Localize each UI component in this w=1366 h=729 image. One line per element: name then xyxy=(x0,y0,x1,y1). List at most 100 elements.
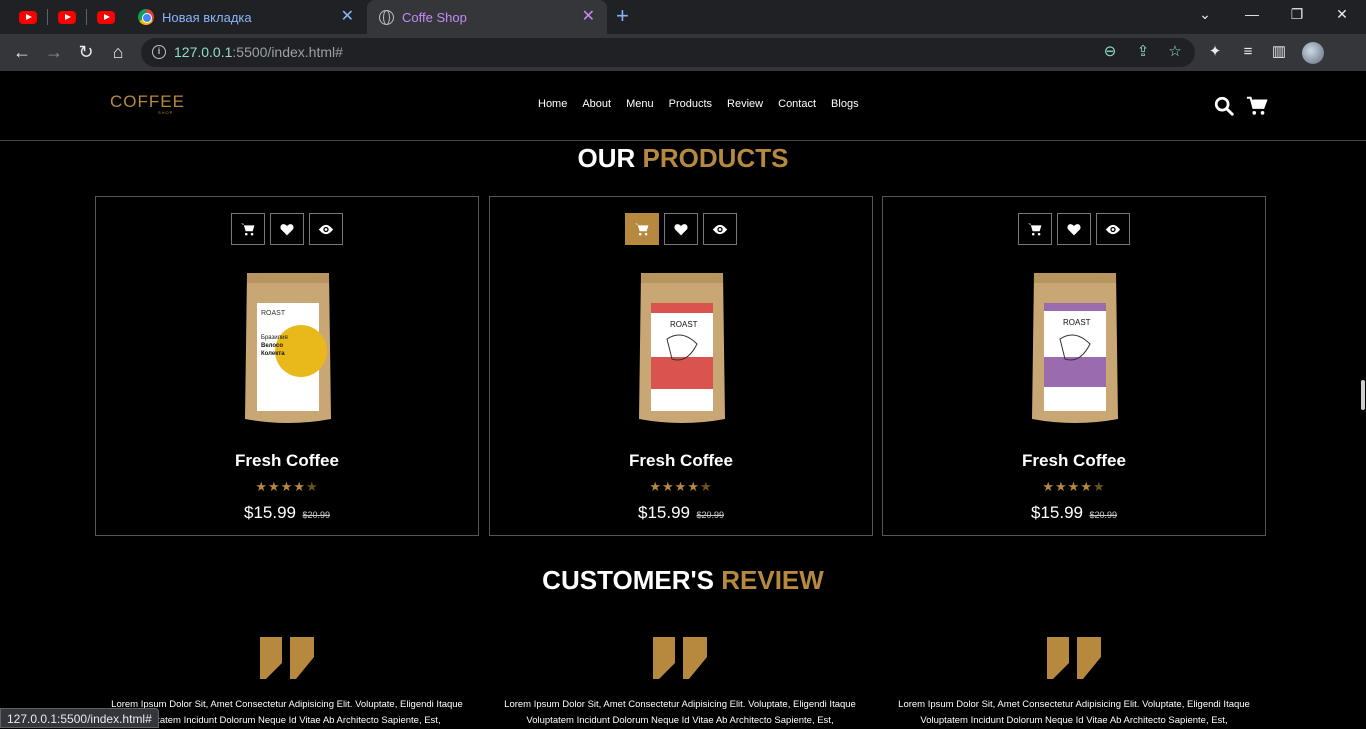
rating-stars: ★★★★★ xyxy=(1042,479,1106,494)
add-to-cart-button[interactable] xyxy=(1018,213,1052,245)
price: $15.99 xyxy=(1031,503,1083,522)
review-text: Lorem Ipsum Dolor Sit, Amet Consectetur … xyxy=(504,699,856,726)
address-bar[interactable]: i 127.0.0.1:5500/index.html# ⊖ ⇪ ☆ xyxy=(141,38,1195,67)
url-text[interactable]: 127.0.0.1:5500/index.html# xyxy=(174,44,343,60)
bag-label-band xyxy=(1044,303,1106,311)
heart-icon xyxy=(280,223,294,235)
bag-brand-label: ROAST xyxy=(1063,318,1091,327)
nav-blogs[interactable]: Blogs xyxy=(831,98,859,110)
media-controls-icon[interactable]: ≡ xyxy=(1238,42,1258,62)
coffee-bag-image: ROAST xyxy=(1032,273,1118,423)
zoom-icon[interactable]: ⊖ xyxy=(1101,43,1119,61)
close-icon[interactable]: ✕ xyxy=(582,9,595,25)
eye-icon xyxy=(712,224,728,234)
bag-label-band xyxy=(651,303,713,313)
bookmark-star-icon[interactable]: ☆ xyxy=(1166,43,1184,61)
home-button[interactable]: ⌂ xyxy=(107,41,129,63)
web-page: COFFEE SHOP Home About Menu Products Rev… xyxy=(0,71,1366,728)
scrollbar-thumb[interactable] xyxy=(1361,380,1365,410)
bag-origin-label: Велосо xyxy=(261,343,283,349)
products-heading-accent: PRODUCTS xyxy=(642,143,789,173)
wishlist-button[interactable] xyxy=(1057,213,1091,245)
nav-contact[interactable]: Contact xyxy=(778,98,816,110)
old-price: $20.99 xyxy=(302,510,330,520)
browser-toolbar: ← → ↻ ⌂ i 127.0.0.1:5500/index.html# ⊖ ⇪… xyxy=(0,34,1366,71)
nav-about[interactable]: About xyxy=(582,98,611,110)
product-name[interactable]: Fresh Coffee xyxy=(490,451,872,471)
product-actions xyxy=(231,213,343,245)
pinned-tab-youtube[interactable] xyxy=(57,7,77,27)
cart-icon xyxy=(635,223,649,235)
product-actions xyxy=(625,213,737,245)
product-name[interactable]: Fresh Coffee xyxy=(883,451,1265,471)
product-name[interactable]: Fresh Coffee xyxy=(96,451,478,471)
minimize-button[interactable]: — xyxy=(1242,6,1262,22)
bag-origin-label: Колекта xyxy=(261,351,285,357)
globe-icon xyxy=(379,9,394,25)
youtube-icon xyxy=(58,10,76,24)
tab-separator xyxy=(47,9,48,25)
main-nav: Home About Menu Products Review Contact … xyxy=(538,98,859,110)
share-icon[interactable]: ⇪ xyxy=(1134,43,1152,61)
info-icon[interactable]: i xyxy=(152,45,166,59)
side-panel-icon[interactable]: ▥ xyxy=(1269,42,1289,62)
bag-origin-label: Бразилия xyxy=(261,335,288,341)
site-logo[interactable]: COFFEE xyxy=(110,92,185,112)
eye-icon xyxy=(318,224,334,234)
rating-stars: ★★★★★ xyxy=(255,479,319,494)
wishlist-button[interactable] xyxy=(664,213,698,245)
cart-icon xyxy=(241,223,255,235)
product-card[interactable]: ROAST Бразилия Велосо Колекта Fresh Coff… xyxy=(95,196,479,536)
add-to-cart-button[interactable] xyxy=(231,213,265,245)
product-card[interactable]: ROAST Fresh Coffee ★★★★★ $15.99 $20.99 xyxy=(882,196,1266,536)
quick-view-button[interactable] xyxy=(703,213,737,245)
tab-search-icon[interactable]: ⌄ xyxy=(1195,6,1215,23)
site-logo-sub: SHOP xyxy=(158,110,174,115)
heart-icon xyxy=(674,223,688,235)
cart-icon xyxy=(1028,223,1042,235)
nav-menu[interactable]: Menu xyxy=(626,98,654,110)
pinned-tab-youtube[interactable] xyxy=(18,7,38,27)
quote-icon xyxy=(1047,637,1101,679)
youtube-icon xyxy=(97,10,115,24)
nav-home[interactable]: Home xyxy=(538,98,567,110)
price: $15.99 xyxy=(638,503,690,522)
bag-label-band xyxy=(651,357,713,389)
pinned-tab-youtube[interactable] xyxy=(96,7,116,27)
tab-separator xyxy=(86,9,87,25)
quick-view-button[interactable] xyxy=(309,213,343,245)
wishlist-button[interactable] xyxy=(270,213,304,245)
tab-new-tab[interactable]: Новая вкладка ✕ xyxy=(126,0,366,34)
rating-stars: ★★★★★ xyxy=(649,479,713,494)
forward-button[interactable]: → xyxy=(43,41,65,63)
product-card[interactable]: ROAST Fresh Coffee ★★★★★ $15.99 $20.99 xyxy=(489,196,873,536)
new-tab-button[interactable]: + xyxy=(616,5,629,27)
quick-view-button[interactable] xyxy=(1096,213,1130,245)
url-path: :5500/index.html# xyxy=(232,44,343,60)
quote-icon xyxy=(653,637,707,679)
profile-avatar[interactable] xyxy=(1302,42,1324,64)
cart-icon[interactable] xyxy=(1246,95,1268,117)
nav-products[interactable]: Products xyxy=(669,98,712,110)
bag-brand-label: ROAST xyxy=(670,320,698,329)
restore-button[interactable]: ❐ xyxy=(1287,6,1307,23)
review-text: Lorem Ipsum Dolor Sit, Amet Consectetur … xyxy=(111,699,463,726)
products-heading-main: OUR xyxy=(577,143,636,173)
link-status-bar: 127.0.0.1:5500/index.html# xyxy=(0,708,159,728)
tab-coffee-shop[interactable]: Coffe Shop ✕ xyxy=(367,0,607,34)
heart-icon xyxy=(1067,223,1081,235)
coffee-bag-image: ROAST xyxy=(639,273,725,423)
close-window-button[interactable]: ✕ xyxy=(1332,6,1352,23)
youtube-icon xyxy=(19,10,37,24)
price-row: $15.99 $20.99 xyxy=(490,503,872,523)
extensions-icon[interactable]: ✦ xyxy=(1205,42,1225,62)
close-icon[interactable]: ✕ xyxy=(341,9,354,25)
back-button[interactable]: ← xyxy=(11,41,33,63)
reload-button[interactable]: ↻ xyxy=(75,41,97,63)
products-heading: OUR PRODUCTS xyxy=(0,143,1366,174)
url-host: 127.0.0.1 xyxy=(174,44,233,60)
search-icon[interactable] xyxy=(1213,95,1235,117)
site-header: COFFEE SHOP Home About Menu Products Rev… xyxy=(0,71,1366,141)
add-to-cart-button[interactable] xyxy=(625,213,659,245)
nav-review[interactable]: Review xyxy=(727,98,763,110)
